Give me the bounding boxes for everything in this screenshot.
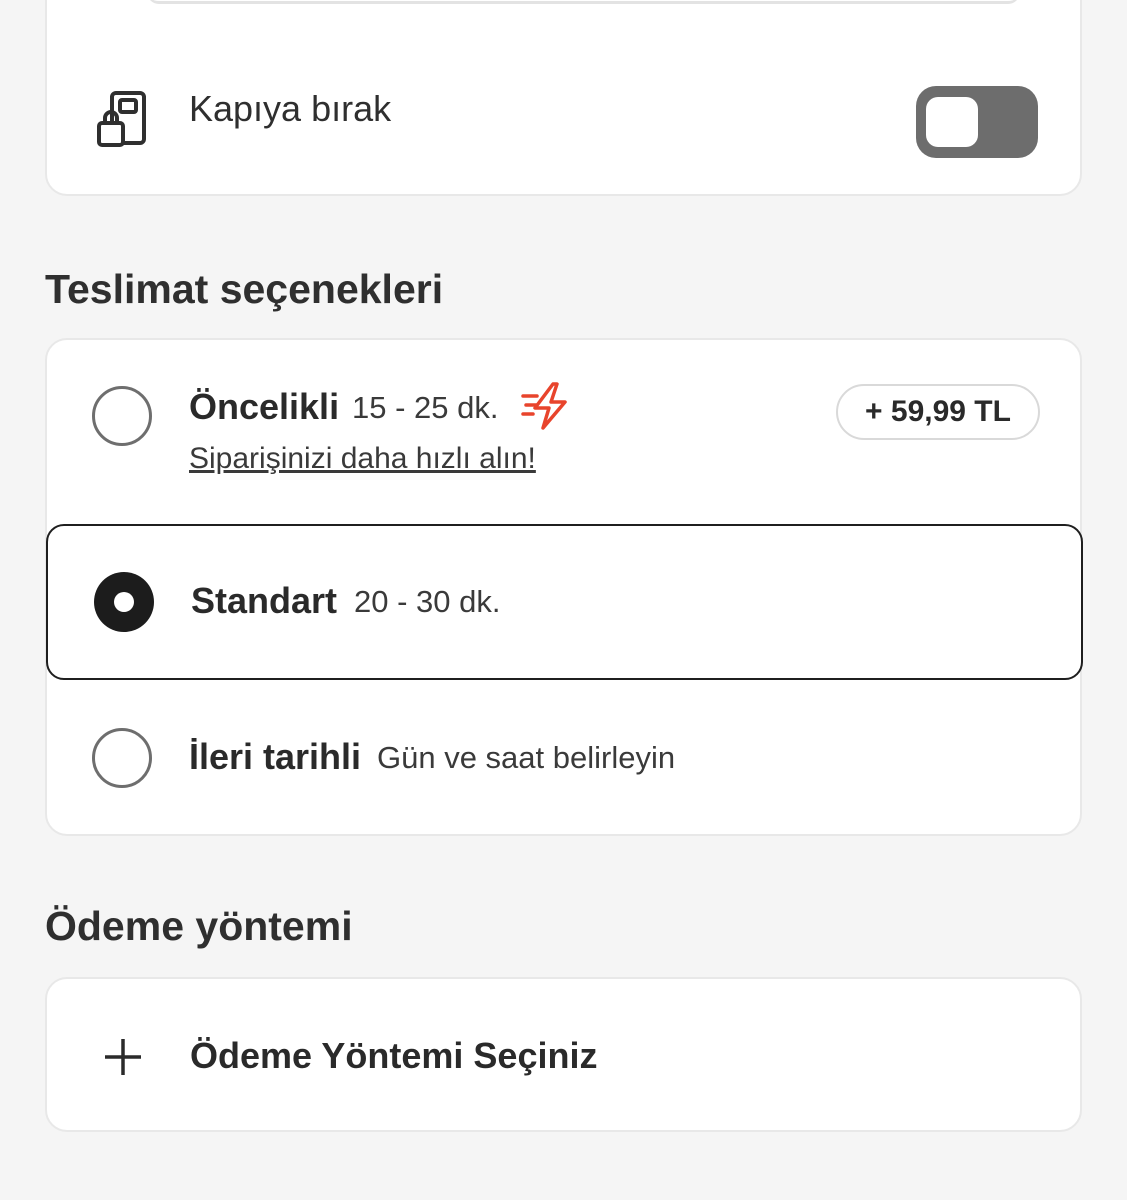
fast-bolt-icon (521, 382, 567, 430)
option-time: Gün ve saat belirleyin (377, 740, 676, 775)
delivery-option-priority[interactable]: Öncelikli 15 - 25 dk. Siparişinizi daha … (47, 340, 1084, 524)
door-drop-label: Kapıya bırak (189, 88, 392, 129)
option-name: İleri tarihli (189, 736, 362, 777)
priority-price-badge: + 59,99 TL (836, 384, 1040, 440)
radio-standard[interactable] (94, 572, 154, 632)
radio-priority[interactable] (92, 386, 152, 446)
delivery-option-standard[interactable]: Standart 20 - 30 dk. (46, 524, 1083, 680)
option-name: Standart (191, 580, 338, 621)
option-time: 15 - 25 dk. (352, 390, 499, 425)
option-name: Öncelikli (189, 386, 340, 427)
payment-method-card[interactable]: Ödeme Yöntemi Seçiniz (45, 977, 1082, 1132)
door-drop-toggle[interactable] (916, 86, 1038, 158)
toggle-knob (926, 97, 978, 147)
priority-subtitle-link[interactable]: Siparişinizi daha hızlı alın! (189, 442, 536, 476)
select-payment-method-label: Ödeme Yöntemi Seçiniz (190, 1035, 598, 1076)
radio-scheduled[interactable] (92, 728, 152, 788)
payment-section-title: Ödeme yöntemi (45, 903, 353, 949)
delivery-options-card: Öncelikli 15 - 25 dk. Siparişinizi daha … (45, 338, 1084, 836)
plus-icon (105, 1039, 141, 1075)
option-time: 20 - 30 dk. (354, 584, 501, 619)
divider (147, 0, 1020, 4)
door-drop-icon (97, 91, 146, 147)
delivery-section-title: Teslimat seçenekleri (45, 266, 444, 312)
delivery-option-scheduled[interactable]: İleri tarihli Gün ve saat belirleyin (47, 680, 1084, 836)
